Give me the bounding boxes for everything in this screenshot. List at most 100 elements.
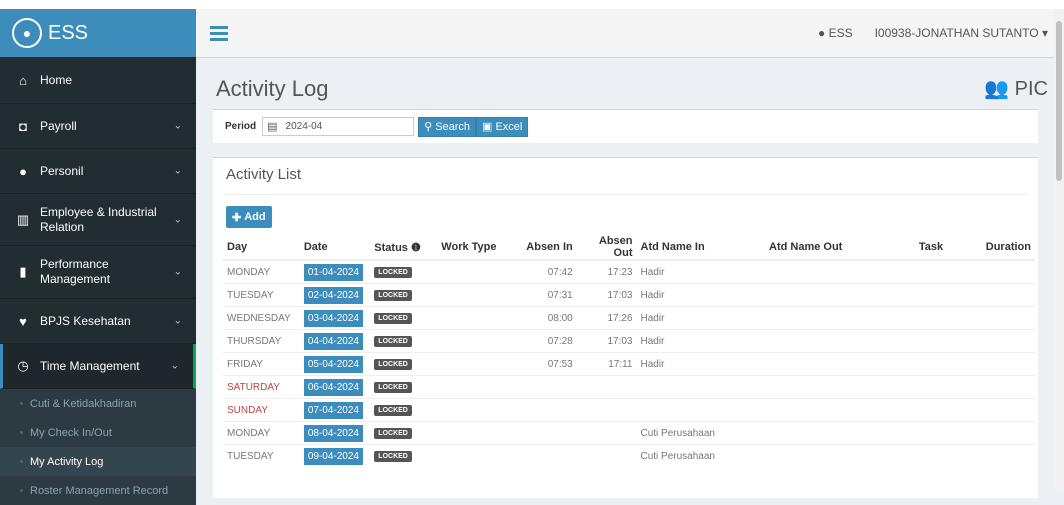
status-badge: LOCKED xyxy=(374,290,412,301)
sidebar-item-personil[interactable]: ● Personil ⌄ xyxy=(0,149,196,194)
table-row[interactable]: FRIDAY 05-04-2024 LOCKED 07:53 17:11 Hadir xyxy=(223,352,1035,376)
absen-out-cell: 17:11 xyxy=(576,352,637,376)
column-header-status: Status ❶ xyxy=(370,235,438,261)
duration-cell xyxy=(961,375,1035,399)
atd-name-in-cell: Hadir xyxy=(636,352,765,376)
table-row[interactable]: MONDAY 01-04-2024 LOCKED 07:42 17:23 Hadir xyxy=(223,259,1035,284)
absen-out-cell: 17:03 xyxy=(576,329,637,353)
date-badge[interactable]: 05-04-2024 xyxy=(303,355,363,373)
status-badge: LOCKED xyxy=(374,313,412,324)
date-badge[interactable]: 07-04-2024 xyxy=(303,401,363,419)
sidebar-item-performance-management[interactable]: ▮ Performance Management ⌄ xyxy=(0,246,196,299)
sidebar-item-payroll[interactable]: ◘ Payroll ⌄ xyxy=(0,104,196,149)
date-cell: 07-04-2024 xyxy=(299,398,371,422)
sidebar-item-time-management[interactable]: ◷ Time Management ⌄ xyxy=(0,344,196,389)
column-header-label: Duration xyxy=(985,241,1031,253)
column-header-label: Work Type xyxy=(441,241,497,253)
atd-name-out-cell xyxy=(765,306,901,330)
calendar-icon: ▤ xyxy=(267,121,278,133)
sidebar-item-bpjs-kesehatan[interactable]: ♥ BPJS Kesehatan ⌄ xyxy=(0,299,196,344)
date-badge[interactable]: 03-04-2024 xyxy=(303,309,363,327)
status-cell: LOCKED xyxy=(370,444,438,467)
scrollbar-thumb[interactable] xyxy=(1056,21,1062,181)
table-row[interactable]: TUESDAY 02-04-2024 LOCKED 07:31 17:03 Hadir xyxy=(223,283,1035,307)
period-input[interactable]: ▤ 2024-04 xyxy=(262,117,415,136)
search-icon: ⚲ xyxy=(424,121,433,133)
task-cell xyxy=(900,375,962,399)
page-scrollbar[interactable] xyxy=(1054,9,1064,491)
day-cell: MONDAY xyxy=(223,259,300,284)
task-cell xyxy=(900,398,962,422)
duration-cell xyxy=(961,352,1035,376)
atd-name-in-cell xyxy=(636,375,765,399)
sidebar-item-employee-industrial-relation[interactable]: ▥ Employee & Industrial Relation ⌄ xyxy=(0,194,196,246)
activity-list-title: Activity List xyxy=(226,166,302,183)
ess-user-link[interactable]: ● ESS xyxy=(818,26,853,40)
atd-name-out-cell xyxy=(765,259,901,284)
excel-button[interactable]: ▣ Excel xyxy=(476,116,529,137)
user-dropdown[interactable]: I00938-JONATHAN SUTANTO ▾ xyxy=(875,26,1048,40)
date-badge[interactable]: 01-04-2024 xyxy=(303,263,363,281)
absen-out-cell xyxy=(576,421,637,445)
status-cell: LOCKED xyxy=(370,329,438,353)
atd-name-in-cell: Hadir xyxy=(636,283,765,307)
money-icon: ◘ xyxy=(19,118,27,134)
submenu-item-my-activity-log[interactable]: My Activity Log xyxy=(0,447,196,476)
pic-label: PIC xyxy=(1014,78,1048,100)
search-button[interactable]: ⚲ Search xyxy=(418,116,477,137)
date-badge[interactable]: 02-04-2024 xyxy=(303,286,363,304)
work-type-cell xyxy=(437,259,517,284)
table-row[interactable]: SUNDAY 07-04-2024 LOCKED xyxy=(223,398,1035,422)
pic-link[interactable]: 👥 PIC xyxy=(984,76,1048,101)
divider xyxy=(223,194,1028,195)
table-row[interactable]: MONDAY 08-04-2024 LOCKED Cuti Perusahaan xyxy=(223,421,1035,445)
status-badge: LOCKED xyxy=(374,336,412,347)
sidebar-item-home[interactable]: ⌂ Home xyxy=(0,57,196,104)
submenu-item-my-check-in-out[interactable]: My Check In/Out xyxy=(0,418,196,447)
absen-out-cell xyxy=(576,444,637,467)
day-cell: WEDNESDAY xyxy=(223,306,300,330)
chevron-down-icon: ⌄ xyxy=(173,214,182,225)
work-type-cell xyxy=(437,283,517,307)
task-cell xyxy=(900,352,962,376)
table-row[interactable]: THURSDAY 04-04-2024 LOCKED 07:28 17:03 Hadir xyxy=(223,329,1035,353)
day-cell: TUESDAY xyxy=(223,444,300,467)
absen-in-cell: 07:42 xyxy=(516,259,577,284)
info-icon[interactable]: ❶ xyxy=(408,242,421,254)
date-cell: 02-04-2024 xyxy=(299,283,371,307)
date-badge[interactable]: 08-04-2024 xyxy=(303,424,363,442)
bullet-icon xyxy=(20,460,23,463)
date-badge[interactable]: 09-04-2024 xyxy=(303,447,363,465)
brand[interactable]: ● ESS xyxy=(0,9,196,57)
status-cell: LOCKED xyxy=(370,421,438,445)
user-icon: ● xyxy=(817,26,826,40)
status-badge: LOCKED xyxy=(374,382,412,393)
absen-in-cell: 07:31 xyxy=(516,283,577,307)
work-type-cell xyxy=(437,306,517,330)
table-row[interactable]: WEDNESDAY 03-04-2024 LOCKED 08:00 17:26 Hadir xyxy=(223,306,1035,330)
status-cell: LOCKED xyxy=(370,259,438,284)
column-header-label: Day xyxy=(227,241,248,253)
period-value: 2024-04 xyxy=(285,121,323,132)
table-row[interactable]: TUESDAY 09-04-2024 LOCKED Cuti Perusahaan xyxy=(223,444,1035,467)
add-button[interactable]: ✚ Add xyxy=(226,206,272,228)
users-icon: 👥 xyxy=(984,78,1010,100)
absen-in-cell: 07:28 xyxy=(516,329,577,353)
navbar-right: ● ESS I00938-JONATHAN SUTANTO ▾ xyxy=(818,26,1048,40)
date-badge[interactable]: 06-04-2024 xyxy=(303,378,363,396)
table-row[interactable]: SATURDAY 06-04-2024 LOCKED xyxy=(223,375,1035,399)
submenu-item-cuti-ketidakhadiran[interactable]: Cuti & Ketidakhadiran xyxy=(0,389,196,418)
absen-in-cell xyxy=(516,421,577,445)
work-type-cell xyxy=(437,352,517,376)
bar-chart-icon: ▮ xyxy=(19,264,27,279)
date-badge[interactable]: 04-04-2024 xyxy=(303,332,363,350)
column-header-date: Date xyxy=(299,235,371,261)
hamburger-menu-icon[interactable] xyxy=(210,25,228,41)
activity-list-box: Activity List ✚ Add Day Date Status ❶ Work T… xyxy=(213,157,1038,498)
excel-icon: ▣ xyxy=(482,121,493,133)
date-cell: 08-04-2024 xyxy=(299,421,371,445)
atd-name-out-cell xyxy=(765,444,901,467)
column-header-label: Task xyxy=(918,241,944,253)
column-header-label: Absen In xyxy=(526,241,573,253)
atd-name-in-cell: Cuti Perusahaan xyxy=(636,421,765,445)
